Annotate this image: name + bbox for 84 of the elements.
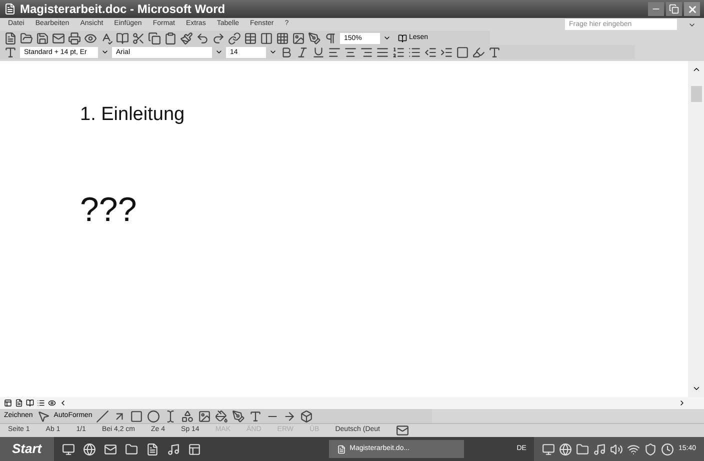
italic-icon[interactable] bbox=[296, 46, 309, 58]
heading-text: 1. Einleitung bbox=[80, 103, 186, 127]
cut-icon[interactable] bbox=[132, 32, 145, 44]
view-icon[interactable] bbox=[15, 399, 23, 407]
speaker-icon[interactable] bbox=[610, 442, 624, 456]
globe-icon[interactable] bbox=[82, 442, 96, 456]
start-button[interactable]: Start bbox=[0, 437, 54, 461]
minimize-button[interactable] bbox=[648, 2, 664, 16]
scroll-down-icon[interactable] bbox=[692, 384, 700, 393]
view-icon[interactable] bbox=[48, 399, 56, 407]
music-icon[interactable] bbox=[593, 442, 606, 456]
view-icon[interactable] bbox=[37, 399, 45, 407]
view-icon[interactable] bbox=[4, 399, 12, 407]
align-center-icon[interactable] bbox=[344, 46, 357, 58]
document-icon[interactable] bbox=[146, 442, 159, 456]
music-icon[interactable] bbox=[166, 442, 180, 456]
shield-icon[interactable] bbox=[644, 442, 658, 456]
align-right-icon[interactable] bbox=[360, 46, 373, 58]
grid-icon[interactable] bbox=[276, 32, 289, 44]
pointer-icon[interactable] bbox=[36, 410, 50, 422]
copy-icon[interactable] bbox=[148, 32, 161, 44]
monitor-icon[interactable] bbox=[542, 442, 556, 456]
mail-icon[interactable] bbox=[52, 32, 65, 44]
bold-icon[interactable] bbox=[280, 46, 293, 58]
columns-icon[interactable] bbox=[260, 32, 273, 44]
indent-icon[interactable] bbox=[440, 46, 453, 58]
dropdown-icon[interactable] bbox=[101, 48, 109, 56]
undo-icon[interactable] bbox=[196, 32, 209, 44]
document-icon[interactable] bbox=[336, 444, 346, 454]
dropdown-icon[interactable] bbox=[269, 48, 277, 56]
table-icon[interactable] bbox=[244, 32, 257, 44]
line-icon[interactable] bbox=[96, 410, 110, 422]
redo-icon[interactable] bbox=[212, 32, 225, 44]
spellcheck-icon[interactable] bbox=[100, 32, 113, 44]
network-icon[interactable] bbox=[627, 442, 640, 456]
new-document-icon[interactable] bbox=[4, 32, 17, 44]
ellipse-icon[interactable] bbox=[147, 410, 160, 422]
image-icon[interactable] bbox=[198, 410, 212, 422]
fill-icon[interactable] bbox=[215, 410, 228, 422]
highlighter-icon[interactable] bbox=[472, 46, 485, 58]
align-left-icon[interactable] bbox=[328, 46, 341, 58]
printer-icon[interactable] bbox=[68, 32, 81, 44]
window-icon[interactable] bbox=[188, 442, 201, 456]
border-icon[interactable] bbox=[456, 46, 469, 58]
pen-icon[interactable] bbox=[308, 32, 321, 44]
shapes-icon[interactable] bbox=[181, 410, 194, 422]
paste-icon[interactable] bbox=[164, 32, 177, 44]
preview-icon[interactable] bbox=[84, 32, 97, 44]
window-title: Magisterarbeit.doc - Microsoft Word bbox=[20, 1, 226, 18]
scroll-left-icon[interactable] bbox=[59, 399, 67, 407]
pilcrow-icon[interactable] bbox=[324, 32, 337, 44]
image-icon[interactable] bbox=[292, 32, 305, 44]
globe-icon[interactable] bbox=[559, 442, 572, 456]
book-icon[interactable] bbox=[398, 34, 407, 42]
paragraph-text: ??? bbox=[80, 190, 138, 230]
font-color-icon[interactable] bbox=[488, 46, 501, 58]
dropdown-icon[interactable] bbox=[383, 34, 391, 42]
brush-icon[interactable] bbox=[180, 32, 193, 44]
font-color-icon[interactable] bbox=[249, 410, 262, 422]
folder-icon[interactable] bbox=[20, 32, 33, 44]
restore-button[interactable] bbox=[666, 2, 682, 16]
bullet-list-icon[interactable] bbox=[408, 46, 421, 58]
underline-icon[interactable] bbox=[312, 46, 325, 58]
scroll-up-icon[interactable] bbox=[692, 65, 700, 74]
clock-icon[interactable] bbox=[661, 442, 674, 456]
dropdown-icon[interactable] bbox=[215, 48, 223, 56]
restore-icon[interactable] bbox=[669, 4, 679, 14]
link-icon[interactable] bbox=[228, 32, 241, 44]
book-icon[interactable] bbox=[116, 32, 129, 44]
scroll-thumb[interactable] bbox=[690, 86, 702, 102]
view-icon[interactable] bbox=[26, 399, 34, 407]
word-document-icon bbox=[4, 3, 16, 15]
justify-icon[interactable] bbox=[376, 46, 389, 58]
mail-icon[interactable] bbox=[396, 424, 409, 436]
numbered-list-icon[interactable] bbox=[392, 46, 405, 58]
close-icon[interactable] bbox=[686, 4, 698, 14]
close-button[interactable] bbox=[684, 2, 700, 16]
save-icon[interactable] bbox=[36, 32, 49, 44]
scroll-right-icon[interactable] bbox=[678, 399, 686, 407]
styles-icon[interactable] bbox=[4, 46, 17, 58]
rectangle-icon[interactable] bbox=[130, 410, 144, 422]
outdent-icon[interactable] bbox=[424, 46, 437, 58]
arrow-style-icon[interactable] bbox=[283, 410, 296, 422]
desktop-icon[interactable] bbox=[62, 442, 75, 456]
